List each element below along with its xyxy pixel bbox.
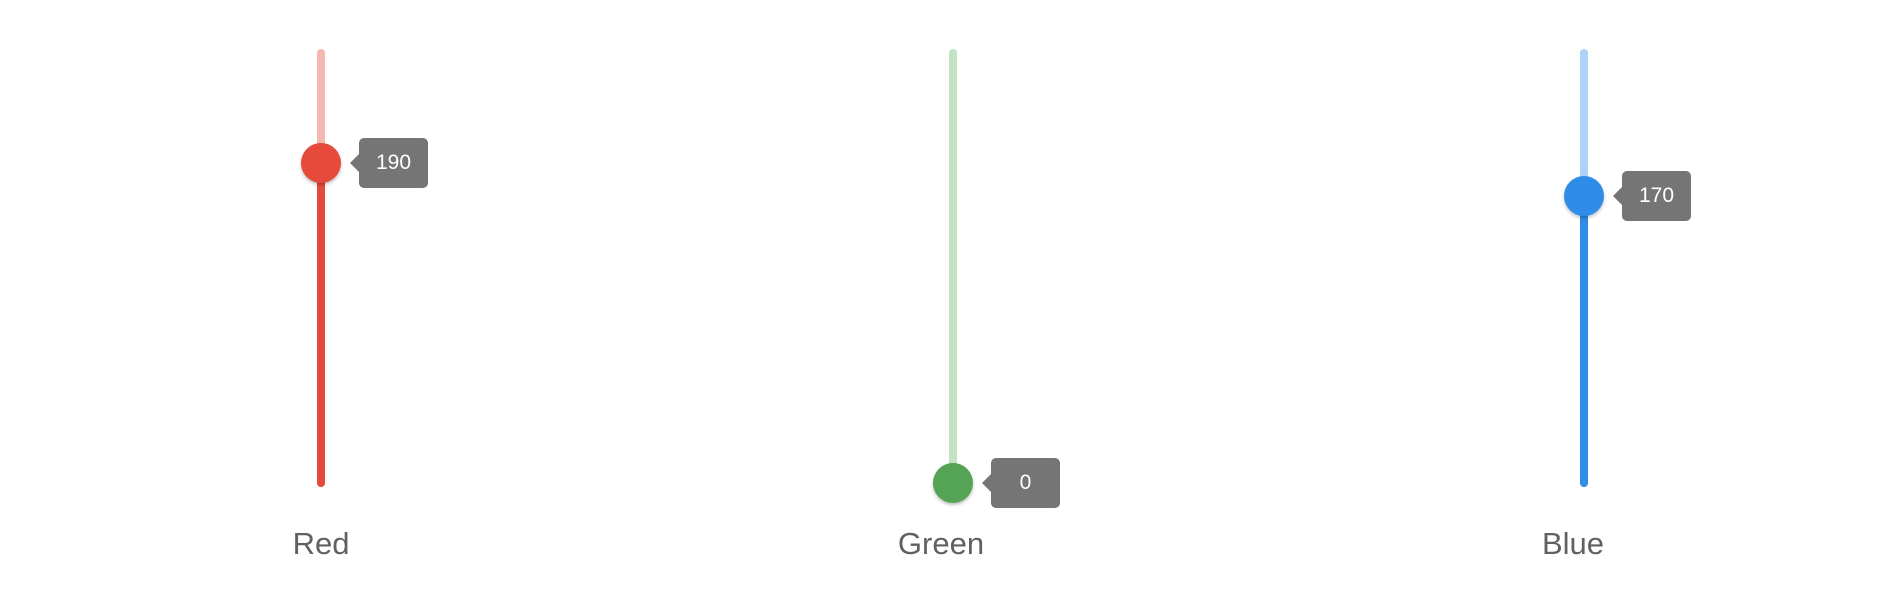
red-slider-fill — [317, 162, 325, 487]
red-value-tooltip: 190 — [350, 137, 428, 188]
blue-slider-thumb[interactable] — [1564, 176, 1604, 217]
blue-value-tooltip: 170 — [1613, 171, 1691, 222]
blue-slider[interactable]: 170 Blue — [1484, 0, 1691, 608]
red-slider-thumb[interactable] — [301, 142, 341, 183]
green-value-tooltip: 0 — [982, 458, 1060, 508]
green-slider[interactable]: 0 Green — [853, 0, 1060, 608]
green-slider-label: Green — [897, 526, 985, 561]
red-slider-label: Red — [292, 526, 350, 561]
green-slider-track[interactable] — [949, 49, 957, 487]
red-slider[interactable]: 190 Red — [221, 0, 428, 608]
green-slider-thumb[interactable] — [933, 463, 973, 503]
blue-slider-fill — [1580, 196, 1588, 487]
blue-slider-label: Blue — [1541, 526, 1605, 561]
